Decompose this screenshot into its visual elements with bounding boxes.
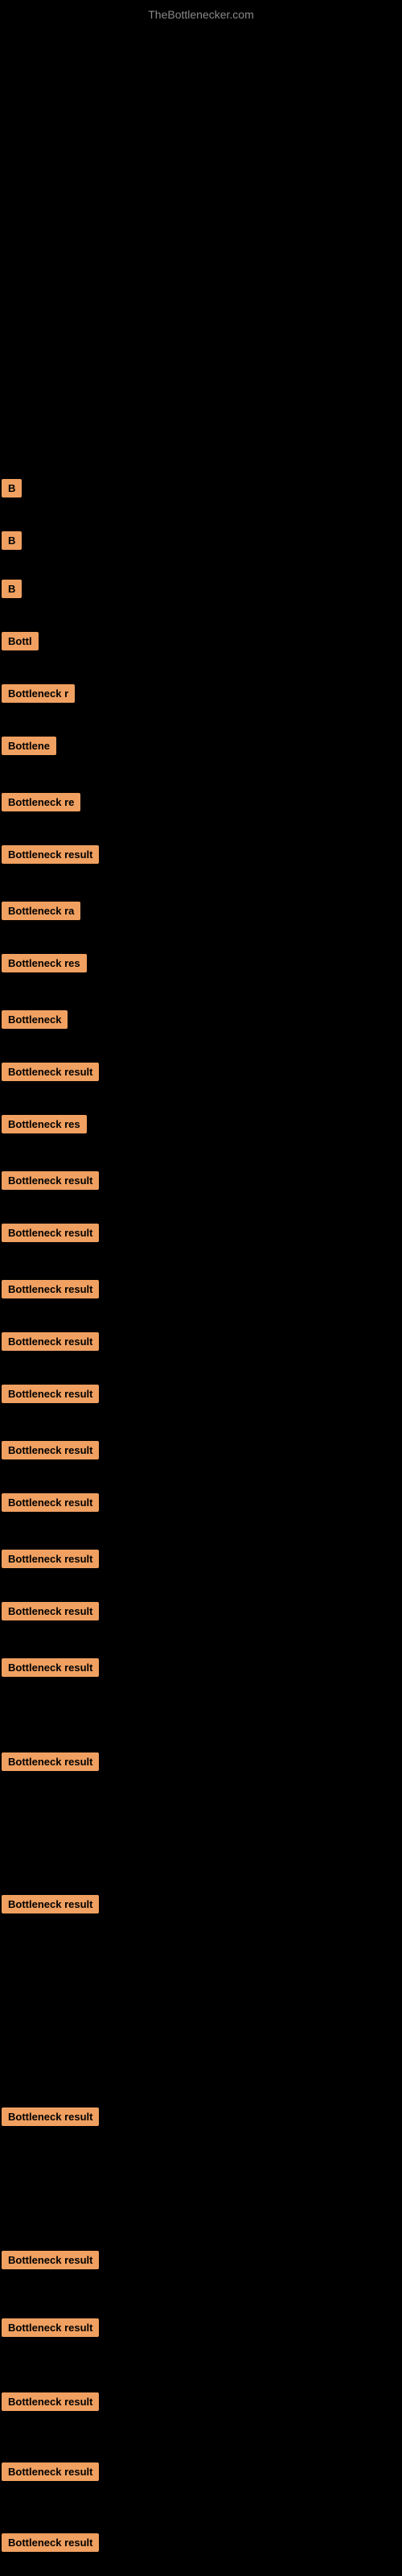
bottleneck-result-label: Bottleneck result — [2, 2533, 99, 2552]
bottleneck-result-label: Bottleneck result — [2, 1895, 99, 1913]
bottleneck-result-label: Bottleneck result — [2, 1385, 99, 1403]
bottleneck-result-label: Bottleneck result — [2, 2462, 99, 2481]
bottleneck-result-label: Bottleneck res — [2, 1115, 87, 1133]
bottleneck-result-label: Bottleneck result — [2, 1493, 99, 1512]
bottleneck-result-label: Bottl — [2, 632, 39, 650]
bottleneck-result-label: Bottleneck result — [2, 2392, 99, 2411]
bottleneck-result-label: B — [2, 531, 22, 550]
bottleneck-result-label: Bottleneck result — [2, 1063, 99, 1081]
bottleneck-result-label: Bottleneck ra — [2, 902, 80, 920]
bottleneck-result-label: Bottleneck re — [2, 793, 80, 811]
bottleneck-result-label: Bottleneck result — [2, 1171, 99, 1190]
bottleneck-result-label: Bottleneck res — [2, 954, 87, 972]
site-title: TheBottlenecker.com — [0, 0, 402, 25]
bottleneck-result-label: Bottleneck result — [2, 1224, 99, 1242]
bottleneck-result-label: Bottleneck result — [2, 1550, 99, 1568]
bottleneck-result-label: Bottlene — [2, 737, 56, 755]
bottleneck-result-label: Bottleneck r — [2, 684, 75, 703]
bottleneck-result-label: Bottleneck result — [2, 1441, 99, 1459]
bottleneck-result-label: Bottleneck result — [2, 1602, 99, 1620]
bottleneck-result-label: B — [2, 479, 22, 497]
bottleneck-result-label: Bottleneck result — [2, 1332, 99, 1351]
bottleneck-result-label: Bottleneck result — [2, 1658, 99, 1677]
bottleneck-result-label: Bottleneck result — [2, 845, 99, 864]
bottleneck-result-label: Bottleneck result — [2, 2107, 99, 2126]
bottleneck-result-label: Bottleneck result — [2, 2251, 99, 2269]
bottleneck-result-label: Bottleneck — [2, 1010, 68, 1029]
bottleneck-result-label: B — [2, 580, 22, 598]
main-area: TheBottlenecker.com B B B Bottl Bottleneck r… — [0, 0, 402, 2576]
bottleneck-result-label: Bottleneck result — [2, 2318, 99, 2337]
bottleneck-result-label: Bottleneck result — [2, 1280, 99, 1298]
bottleneck-result-label: Bottleneck result — [2, 1752, 99, 1771]
